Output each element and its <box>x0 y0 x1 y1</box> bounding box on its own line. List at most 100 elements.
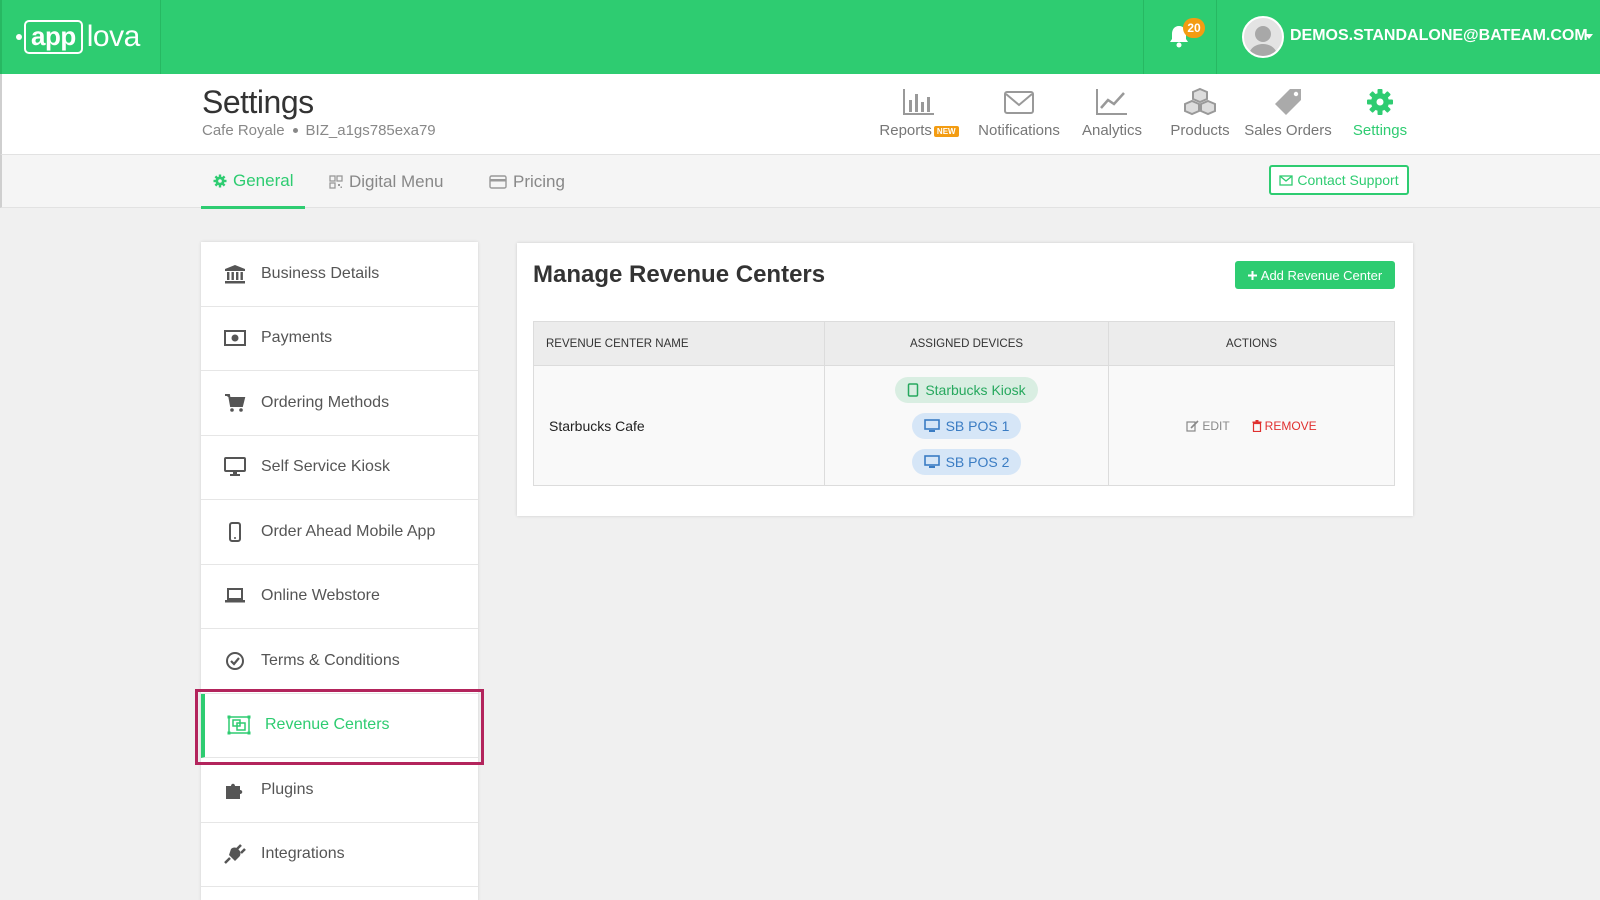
edit-icon <box>1186 419 1199 432</box>
nav-analytics-label: Analytics <box>1081 122 1143 139</box>
top-bar: app lova 20 DEMOS.STANDALONE@BATEAM.COM <box>0 0 1600 74</box>
gear-icon <box>1367 89 1393 115</box>
desktop-icon <box>923 418 940 432</box>
gear-icon <box>213 174 227 187</box>
trash-icon <box>1252 419 1262 432</box>
column-header-actions: ACTIONS <box>1108 321 1395 366</box>
edit-label: EDIT <box>1202 418 1230 433</box>
column-header-devices: ASSIGNED DEVICES <box>824 321 1109 366</box>
tab-pricing-label: Pricing <box>513 172 565 191</box>
line-chart-icon <box>1096 89 1127 115</box>
tab-digital-menu-label: Digital Menu <box>349 172 444 191</box>
table-row: Starbucks Cafe Starbucks Kiosk SB POS 1 <box>533 365 1395 486</box>
user-email-menu[interactable]: DEMOS.STANDALONE@BATEAM.COM <box>1290 27 1588 45</box>
cubes-icon <box>1184 87 1216 116</box>
sidebar-item-label: Business Details <box>261 264 380 282</box>
tablet-icon <box>908 382 919 397</box>
tab-digital-menu[interactable]: Digital Menu <box>329 155 444 209</box>
remove-button[interactable]: REMOVE <box>1252 419 1317 433</box>
nav-products-label: Products <box>1170 122 1230 139</box>
nav-settings-label: Settings <box>1352 122 1408 139</box>
contact-support-label: Contact Support <box>1297 172 1399 188</box>
table-header-row: REVENUE CENTER NAME ASSIGNED DEVICES ACT… <box>533 321 1395 366</box>
sidebar-item-integrations[interactable]: Integrations <box>201 823 478 887</box>
device-chip-pos: SB POS 2 <box>911 448 1022 475</box>
sidebar-item-payments[interactable]: Payments <box>201 307 478 371</box>
notifications-bell-button[interactable]: 20 <box>1143 0 1217 74</box>
logo-box-text: app <box>24 20 83 54</box>
nav-analytics[interactable]: Analytics <box>1067 86 1157 139</box>
bar-chart-icon <box>903 89 934 115</box>
column-header-name: REVENUE CENTER NAME <box>533 321 825 366</box>
nav-notifications[interactable]: Notifications <box>974 86 1064 139</box>
sidebar-item-label: Terms & Conditions <box>261 651 400 669</box>
add-revenue-center-label: Add Revenue Center <box>1260 267 1383 283</box>
object-group-icon <box>227 714 251 736</box>
sidebar-item-label: Ordering Methods <box>261 393 390 411</box>
settings-sidebar: Business Details Payments Ordering Metho… <box>201 242 478 900</box>
credit-card-icon <box>489 175 507 189</box>
business-info: Cafe Royale BIZ_a1gs785exa79 <box>202 122 436 139</box>
page-title: Settings <box>202 84 314 120</box>
nav-sales-orders[interactable]: Sales Orders <box>1243 86 1333 139</box>
edit-button[interactable]: EDIT <box>1186 418 1230 433</box>
logo-rest-text: lova <box>86 20 141 53</box>
sidebar-item-terms-conditions[interactable]: Terms & Conditions <box>201 629 478 694</box>
revenue-centers-table: REVENUE CENTER NAME ASSIGNED DEVICES ACT… <box>533 321 1395 486</box>
plug-icon <box>223 843 247 865</box>
tab-pricing[interactable]: Pricing <box>489 155 565 209</box>
device-chip-pos: SB POS 1 <box>911 412 1022 439</box>
applova-logo[interactable]: app lova <box>16 18 140 56</box>
sidebar-item-order-ahead-mobile-app[interactable]: Order Ahead Mobile App <box>201 500 478 565</box>
plus-icon <box>1247 270 1257 280</box>
desktop-icon <box>923 454 940 468</box>
remove-label: REMOVE <box>1264 418 1317 433</box>
nav-reports[interactable]: Reports NEW <box>874 86 964 139</box>
sidebar-item-label: Order Ahead Mobile App <box>261 522 436 540</box>
sidebar-item-plugins[interactable]: Plugins <box>201 758 478 823</box>
puzzle-icon <box>223 779 247 801</box>
sidebar-item-label: Payments <box>261 329 333 347</box>
device-label: SB POS 1 <box>945 417 1010 434</box>
avatar[interactable] <box>1242 16 1284 58</box>
panel-title: Manage Revenue Centers <box>533 261 826 288</box>
device-label: Starbucks Kiosk <box>925 381 1026 398</box>
sidebar-item-label: Revenue Centers <box>265 716 390 734</box>
sidebar-item-label: Plugins <box>261 780 314 798</box>
notification-count-badge: 20 <box>1183 18 1205 38</box>
nav-settings[interactable]: Settings <box>1335 86 1425 139</box>
logo-dot <box>16 34 22 40</box>
nav-notifications-label: Notifications <box>978 122 1060 139</box>
device-chip-kiosk: Starbucks Kiosk <box>895 376 1038 403</box>
revenue-centers-panel: Manage Revenue Centers Add Revenue Cente… <box>517 243 1413 516</box>
envelope-icon <box>1279 174 1294 186</box>
chevron-down-icon[interactable] <box>1585 34 1593 39</box>
tab-general[interactable]: General <box>201 155 306 209</box>
nav-reports-label: Reports <box>879 122 932 139</box>
nav-sales-orders-label: Sales Orders <box>1244 122 1332 139</box>
user-silhouette-icon <box>1248 26 1278 56</box>
logo-divider <box>160 0 161 74</box>
sidebar-item-label: Integrations <box>261 845 345 863</box>
laptop-icon <box>223 585 247 607</box>
sidebar-item-label: Online Webstore <box>261 587 380 605</box>
sidebar-item-ordering-methods[interactable]: Ordering Methods <box>201 371 478 436</box>
contact-support-button[interactable]: Contact Support <box>1269 165 1409 195</box>
sidebar-item-business-details[interactable]: Business Details <box>201 242 478 307</box>
sidebar-item-revenue-centers[interactable]: Revenue Centers <box>201 693 478 758</box>
money-icon <box>223 327 247 349</box>
desktop-icon <box>223 456 247 478</box>
add-revenue-center-button[interactable]: Add Revenue Center <box>1235 261 1395 289</box>
check-circle-icon <box>223 650 247 672</box>
new-badge: NEW <box>933 125 959 137</box>
settings-subtabs: General Digital Menu Pricing Contact Sup… <box>0 154 1600 209</box>
nav-products[interactable]: Products <box>1155 86 1245 139</box>
separator-dot <box>292 128 298 133</box>
actions-cell: EDIT REMOVE <box>1108 365 1395 486</box>
business-name: Cafe Royale <box>202 122 285 139</box>
revenue-center-name: Starbucks Cafe <box>533 365 825 486</box>
sidebar-item-self-service-kiosk[interactable]: Self Service Kiosk <box>201 436 478 500</box>
mobile-icon <box>223 521 247 543</box>
sidebar-item-online-webstore[interactable]: Online Webstore <box>201 565 478 629</box>
settings-header: Settings Cafe Royale BIZ_a1gs785exa79 Re… <box>0 74 1600 154</box>
